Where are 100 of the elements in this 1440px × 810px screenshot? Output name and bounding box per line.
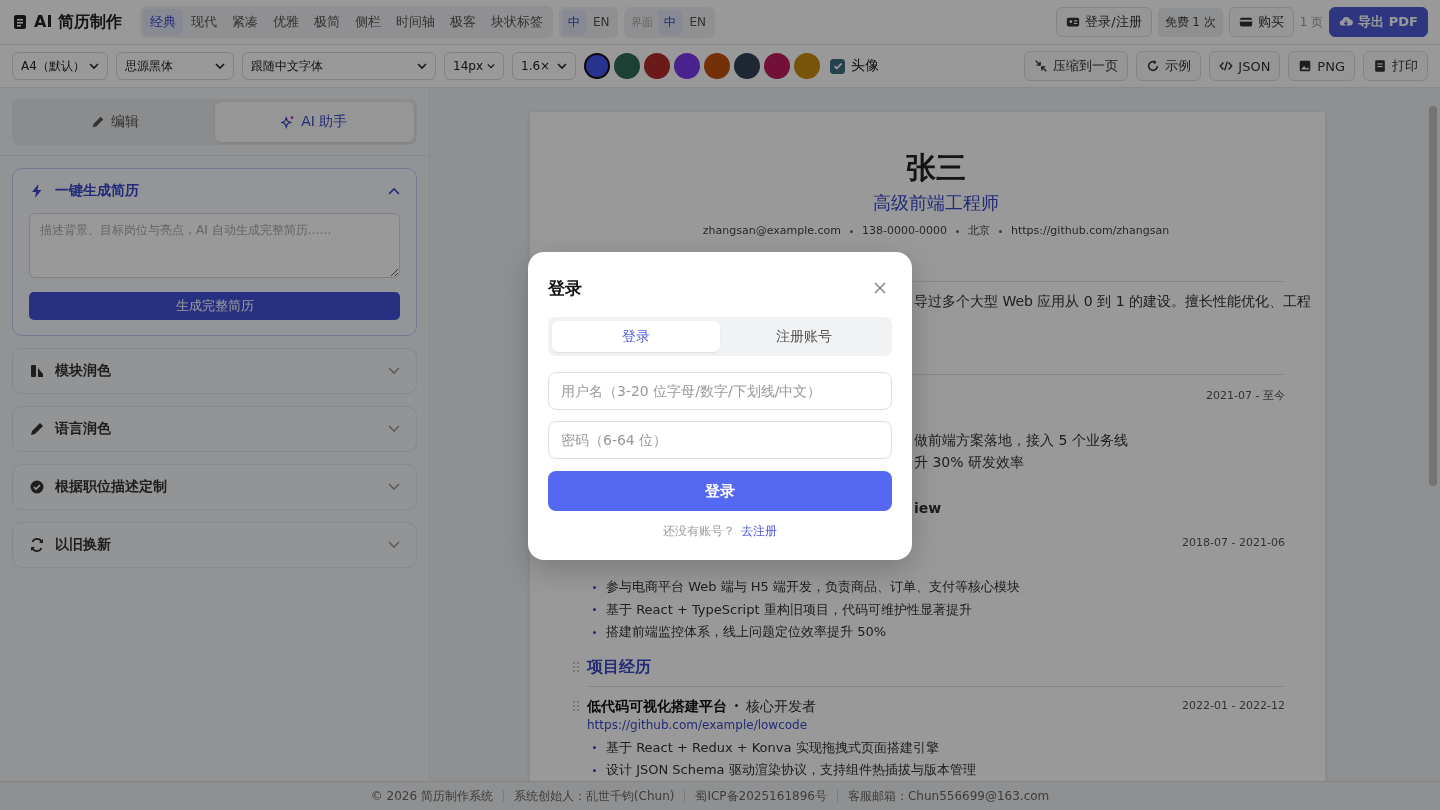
color-swatch[interactable] (584, 53, 610, 79)
dialog-title: 登录 (548, 276, 582, 300)
drag-handle-icon[interactable] (573, 661, 579, 672)
app-logo: AI 简历制作 (34, 11, 122, 33)
footer-text: 系统创始人：乱世千钧(Chun) (513, 787, 675, 805)
image-icon (1298, 59, 1313, 73)
dialog-tab[interactable]: 登录 (552, 321, 720, 352)
color-swatch[interactable] (734, 53, 760, 79)
accordion-header[interactable]: 模块润色 (29, 349, 400, 393)
password-field[interactable]: 密码（6-64 位） (548, 421, 892, 459)
separator-dot (735, 704, 738, 707)
color-swatch[interactable] (674, 53, 700, 79)
document-icon (12, 14, 28, 30)
code-icon (1219, 59, 1234, 73)
png-button[interactable]: PNG (1288, 51, 1355, 81)
language-option[interactable]: EN (683, 11, 713, 33)
date-range: 2018-07 - 2021-06 (1182, 536, 1285, 549)
bullet-dot (593, 768, 596, 772)
project-role: 核心开发者 (746, 696, 816, 716)
accordion-header[interactable]: 根据职位描述定制 (29, 465, 400, 509)
language-option[interactable]: EN (586, 11, 616, 33)
compress-button[interactable]: 压缩到一页 (1024, 51, 1129, 81)
register-link[interactable]: 去注册 (741, 523, 777, 540)
template-tab[interactable]: 优雅 (265, 9, 306, 35)
resume-text: 导过多个大型 Web 应用从 0 到 1 的建设。擅长性能优化、工程 (914, 293, 1312, 309)
pencil-icon (29, 421, 45, 437)
avatar-label: 头像 (851, 57, 879, 75)
footer-text: 蜀ICP备2025161896号 (695, 787, 827, 805)
resume-text: 做前端方案落地，接入 5 个业务线 (914, 432, 1128, 448)
example-button[interactable]: 示例 (1136, 51, 1202, 81)
drag-handle-icon[interactable] (573, 700, 579, 711)
checkmark-icon (831, 60, 844, 72)
refresh-icon (29, 537, 45, 553)
project-link[interactable]: https://github.com/example/lowcode (587, 717, 808, 732)
blocks-icon (29, 363, 45, 379)
contact-item: 138-0000-0000 (862, 223, 947, 239)
dialog-tab[interactable]: 注册账号 (720, 321, 888, 352)
template-tab[interactable]: 块状标签 (483, 9, 550, 35)
bullet-dot (593, 585, 596, 589)
chevron-down-icon (557, 63, 567, 69)
dropdown[interactable]: 思源黑体 (116, 52, 234, 80)
template-tab[interactable]: 时间轴 (388, 9, 442, 35)
register-prompt: 还没有账号？ (663, 523, 735, 540)
username-field[interactable]: 用户名（3-20 位字母/数字/下划线/中文） (548, 372, 892, 410)
language-option[interactable]: 中 (561, 9, 586, 35)
template-tab[interactable]: 极客 (442, 9, 483, 35)
sidebar-tab[interactable]: AI 助手 (214, 102, 414, 142)
close-icon[interactable] (874, 282, 886, 294)
resume-text: iew (914, 500, 942, 516)
page-count: 1 页 (1299, 13, 1324, 31)
chevron-down-icon (417, 63, 427, 69)
json-button[interactable]: JSON (1209, 51, 1281, 81)
contact-item: https://github.com/zhangsan (1010, 223, 1170, 239)
buy-button[interactable]: 购买 (1228, 7, 1294, 37)
bullet-text: 基于 React + Redux + Konva 实现拖拽式页面搭建引擎 (606, 738, 939, 757)
chevron-down-icon (487, 63, 495, 69)
document-icon (1373, 59, 1387, 73)
sparkle-icon (281, 115, 296, 129)
generate-resume-button[interactable]: 生成完整简历 (29, 292, 400, 320)
sidebar-tab[interactable]: 编辑 (15, 102, 215, 142)
color-swatch[interactable] (764, 53, 790, 79)
date-range: 2022-01 - 2022-12 (1182, 697, 1285, 714)
color-swatch[interactable] (794, 53, 820, 79)
separator-dot (955, 229, 959, 233)
accordion-header[interactable]: 语言润色 (29, 407, 400, 451)
export-pdf-button[interactable]: 导出 PDF (1329, 7, 1428, 37)
dropdown[interactable]: 1.6× (512, 52, 576, 80)
credit-card-icon (1238, 15, 1253, 29)
compress-icon (1034, 59, 1049, 73)
language-option[interactable]: 中 (658, 9, 683, 35)
chevron-down-icon (89, 63, 99, 69)
refresh-icon (1146, 59, 1161, 73)
dropdown[interactable]: 跟随中文字体 (242, 52, 436, 80)
bullet-text: 搭建前端监控体系，线上问题定位效率提升 50% (606, 623, 887, 641)
template-tab[interactable]: 经典 (142, 9, 183, 35)
resume-name: 张三 (905, 150, 967, 186)
section-heading: 项目经历 (587, 655, 651, 678)
template-tab[interactable]: 紧凑 (224, 9, 265, 35)
login-register-button[interactable]: 登录/注册 (1056, 7, 1152, 37)
color-swatch[interactable] (704, 53, 730, 79)
color-swatch[interactable] (614, 53, 640, 79)
login-button[interactable]: 登录 (548, 471, 892, 511)
avatar-checkbox[interactable] (830, 58, 845, 74)
separator-dot (850, 229, 853, 233)
dropdown[interactable]: 14px (444, 52, 504, 80)
print-button[interactable]: 打印 (1363, 51, 1428, 81)
separator-dot (998, 229, 1002, 233)
id-card-icon (1066, 15, 1081, 29)
dropdown[interactable]: A4（默认） (12, 52, 108, 80)
bullet-dot (593, 608, 596, 612)
resume-text: 升 30% 研发效率 (914, 454, 1025, 470)
template-tab[interactable]: 现代 (183, 9, 224, 35)
footer-text: © 2026 简历制作系统 (370, 787, 493, 805)
template-tab[interactable]: 侧栏 (347, 9, 388, 35)
accordion-header[interactable]: 以旧换新 (29, 523, 400, 567)
accordion-header[interactable]: 一键生成简历 (29, 169, 400, 213)
template-tab[interactable]: 极简 (306, 9, 347, 35)
check-badge-icon (29, 479, 45, 495)
date-range: 2021-07 - 至今 (1206, 389, 1285, 402)
color-swatch[interactable] (644, 53, 670, 79)
